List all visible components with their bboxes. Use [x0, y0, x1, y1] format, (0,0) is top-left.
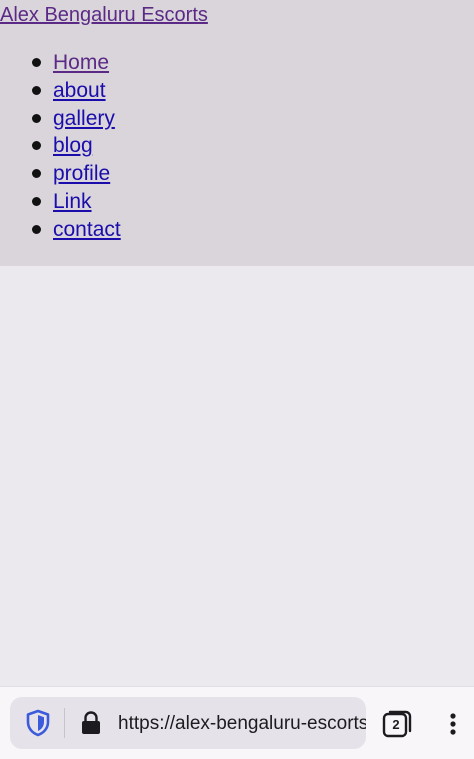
nav-link-contact[interactable]: contact	[53, 218, 121, 241]
browser-viewport: Alex Bengaluru Escorts Home about galler…	[0, 0, 474, 759]
address-divider	[64, 708, 65, 738]
tabs-button[interactable]: 2	[381, 709, 413, 739]
nav-link-home[interactable]: Home	[53, 51, 109, 74]
nav-item-about: about	[0, 77, 121, 105]
nav-item-profile: profile	[0, 160, 121, 188]
shield-icon[interactable]	[25, 709, 51, 737]
more-vert-icon	[450, 713, 456, 735]
nav-link-profile[interactable]: profile	[53, 162, 110, 185]
lock-icon[interactable]	[79, 710, 103, 736]
site-title-link[interactable]: Alex Bengaluru Escorts	[0, 2, 208, 28]
nav-item-blog: blog	[0, 132, 121, 160]
tab-count: 2	[392, 717, 400, 732]
site-header: Alex Bengaluru Escorts Home about galler…	[0, 0, 474, 266]
nav-menu: Home about gallery blog profile Link con…	[0, 49, 121, 244]
nav-item-home: Home	[0, 49, 121, 77]
more-menu-button[interactable]	[441, 709, 465, 739]
nav-link-blog[interactable]: blog	[53, 134, 93, 157]
nav-item-gallery: gallery	[0, 105, 121, 133]
nav-link-about[interactable]: about	[53, 79, 106, 102]
nav-link-gallery[interactable]: gallery	[53, 107, 115, 130]
nav-item-contact: contact	[0, 216, 121, 244]
url-text[interactable]: https://alex-bengaluru-escorts	[118, 711, 366, 737]
nav-item-link: Link	[0, 188, 121, 216]
nav-link-link[interactable]: Link	[53, 190, 92, 213]
address-bar[interactable]: https://alex-bengaluru-escorts	[10, 697, 366, 749]
browser-toolbar: https://alex-bengaluru-escorts 2	[0, 686, 474, 759]
page-content	[0, 266, 474, 686]
